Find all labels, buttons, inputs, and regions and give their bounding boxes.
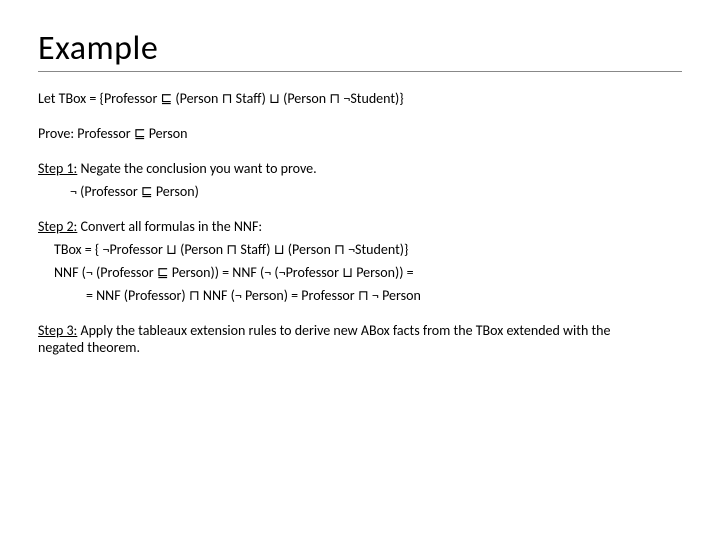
step-2-line2: NNF (¬ (Professor ⊑ Person)) = NNF (¬ (¬… [38,264,682,281]
tbox-axiom: Let TBox = {Professor ⊑ (Person ⊓ Staff)… [38,90,682,107]
slide-title: Example [38,28,682,72]
step-2: Step 2: Convert all formulas in the NNF: [38,218,682,235]
step-3-text: Apply the tableaux extension rules to de… [38,322,610,356]
step-1-label: Step 1: [38,160,77,177]
step-1-formula: ¬ (Professor ⊑ Person) [38,183,682,200]
step-3: Step 3: Apply the tableaux extension rul… [38,322,638,356]
step-2-line1: TBox = { ¬Professor ⊔ (Person ⊓ Staff) ⊔… [38,241,682,258]
step-1: Step 1: Negate the conclusion you want t… [38,160,682,177]
step-2-line3: = NNF (Professor) ⊓ NNF (¬ Person) = Pro… [38,287,682,304]
step-2-label: Step 2: [38,218,77,235]
step-1-text: Negate the conclusion you want to prove. [77,160,316,177]
prove-statement: Prove: Professor ⊑ Person [38,125,682,142]
step-3-label: Step 3: [38,322,77,339]
step-2-text: Convert all formulas in the NNF: [77,218,262,235]
